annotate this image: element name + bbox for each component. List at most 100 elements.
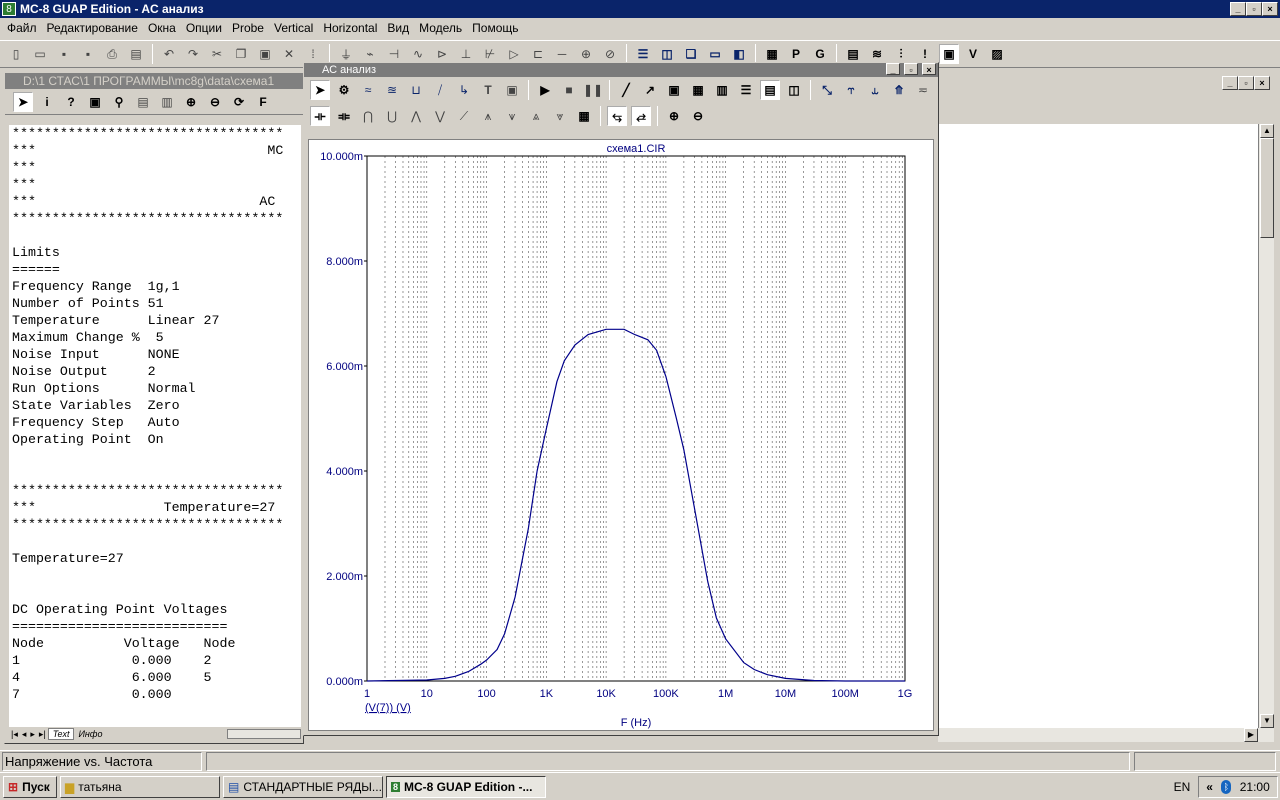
wire-icon[interactable]: ─: [552, 44, 572, 64]
cascade-icon[interactable]: ❏: [681, 44, 701, 64]
taskbar-item-mc8[interactable]: 8 MC-8 GUAP Edition -...: [386, 775, 546, 798]
text-tool-icon[interactable]: T: [478, 80, 498, 100]
line-icon[interactable]: ╱: [616, 80, 636, 100]
rect-icon[interactable]: ▣: [664, 80, 684, 100]
text-hscrollbar[interactable]: [226, 729, 301, 739]
save-all-icon[interactable]: ▪: [78, 44, 98, 64]
major-grid-icon[interactable]: ☰: [736, 80, 756, 100]
ac-window-titlebar[interactable]: АС анализ: [304, 63, 938, 77]
find-icon[interactable]: ⚲: [109, 92, 129, 112]
cursor-high-icon[interactable]: ⤊: [889, 80, 909, 100]
tab-nav-first-icon[interactable]: |◂: [9, 729, 20, 740]
ac-minimize-icon[interactable]: _: [886, 63, 900, 75]
inflection-icon[interactable]: ⟋: [454, 106, 474, 126]
child-minimize-icon[interactable]: _: [1222, 76, 1238, 90]
open-folder-icon[interactable]: ▭: [30, 44, 50, 64]
resistor-icon[interactable]: ⌁: [360, 44, 380, 64]
tab-nav-next-icon[interactable]: ▸: [28, 729, 37, 740]
switch-icon[interactable]: ⊏: [528, 44, 548, 64]
ground-icon[interactable]: ⏚: [336, 44, 356, 64]
trace-tracking-icon[interactable]: ⥃: [607, 106, 627, 126]
window-icon[interactable]: ▭: [705, 44, 725, 64]
cursor-mode-icon[interactable]: ⤡: [817, 80, 837, 100]
plot-area[interactable]: 1 10 100 1K 10K 100K 1M 10M 100M 1G 0.000m 2.000m 4.…: [308, 139, 934, 731]
child-close-icon[interactable]: ×: [1254, 76, 1270, 90]
tag-icon[interactable]: ↳: [454, 80, 474, 100]
component-list-icon[interactable]: ▤: [843, 44, 863, 64]
cut-icon[interactable]: ✂: [207, 44, 227, 64]
data-point-icon[interactable]: ≈: [358, 80, 378, 100]
opamp-icon[interactable]: ▷: [504, 44, 524, 64]
diode-icon[interactable]: ⊳: [432, 44, 452, 64]
select-all-icon[interactable]: ⁞: [303, 44, 323, 64]
peak-icon[interactable]: ≊: [382, 80, 402, 100]
bluetooth-icon[interactable]: ᛒ: [1221, 780, 1232, 794]
menu-probe[interactable]: Probe: [227, 21, 269, 35]
split-window-icon[interactable]: ◧: [729, 44, 749, 64]
goto-icon[interactable]: ▥: [157, 92, 177, 112]
font-icon[interactable]: F: [253, 92, 273, 112]
arrow-line-icon[interactable]: ↗: [640, 80, 660, 100]
tab-text[interactable]: Text: [47, 728, 75, 740]
refresh-icon[interactable]: ⟳: [229, 92, 249, 112]
menu-edit[interactable]: Редактирование: [42, 21, 143, 35]
tile-vertical-icon[interactable]: ◫: [657, 44, 677, 64]
next-interpolated-icon[interactable]: ⟚: [334, 106, 354, 126]
zoom-out-icon[interactable]: ⊖: [688, 106, 708, 126]
cursor-peak-icon[interactable]: ⥾: [841, 80, 861, 100]
top-icon[interactable]: ⩓: [526, 106, 546, 126]
zoom-out-icon[interactable]: ⊖: [205, 92, 225, 112]
waveform-icon[interactable]: ≋: [867, 44, 887, 64]
tab-info[interactable]: Инфо: [74, 729, 106, 739]
close-icon[interactable]: ×: [1262, 2, 1278, 16]
properties-icon[interactable]: ▣: [502, 80, 522, 100]
transistor-icon[interactable]: ⊬: [480, 44, 500, 64]
voltage-display-icon[interactable]: V: [963, 44, 983, 64]
bottom-scrollbar[interactable]: ▶: [938, 728, 1274, 742]
paste-icon[interactable]: ▣: [255, 44, 275, 64]
align-cursors-icon[interactable]: ▦: [574, 106, 594, 126]
taskbar-item-document[interactable]: ▤ СТАНДАРТНЫЕ РЯДЫ...: [223, 775, 383, 798]
text-output-content[interactable]: ********************************** *** MC…: [9, 125, 301, 727]
source-icon[interactable]: ⊕: [576, 44, 596, 64]
grid-icon[interactable]: G: [810, 44, 830, 64]
text-window-titlebar[interactable]: D:\1 СТАС\1 ПРОГРАММЫ\mc8g\data\схема1: [5, 73, 303, 89]
zoom-in-icon[interactable]: ⊕: [664, 106, 684, 126]
high-marker-icon[interactable]: ⋀: [406, 106, 426, 126]
table-icon[interactable]: ▤: [760, 80, 780, 100]
language-indicator[interactable]: EN: [1168, 777, 1196, 797]
print-preview-icon[interactable]: ▤: [126, 44, 146, 64]
taskbar-item-folder[interactable]: ▆ татьяна: [60, 775, 220, 798]
zoom-fit-icon[interactable]: ▨: [987, 44, 1007, 64]
bookmark-icon[interactable]: ▤: [133, 92, 153, 112]
battery-icon[interactable]: ⊥: [456, 44, 476, 64]
undo-icon[interactable]: ↶: [159, 44, 179, 64]
select-arrow-icon[interactable]: ➤: [310, 80, 330, 100]
app-icon[interactable]: 8: [2, 2, 16, 16]
bottom-icon[interactable]: ⩔: [550, 106, 570, 126]
ac-close-icon[interactable]: ×: [922, 63, 936, 75]
inductor-icon[interactable]: ∿: [408, 44, 428, 64]
help-icon[interactable]: ?: [61, 92, 81, 112]
tile-horizontal-icon[interactable]: ☰: [633, 44, 653, 64]
calculator-icon[interactable]: ▦: [762, 44, 782, 64]
menu-options[interactable]: Опции: [181, 21, 227, 35]
global-high-icon[interactable]: ⩚: [478, 106, 498, 126]
trace-tracking-y-icon[interactable]: ⥄: [631, 106, 651, 126]
menu-horizontal[interactable]: Horizontal: [318, 21, 382, 35]
child-restore-icon[interactable]: ▫: [1238, 76, 1254, 90]
start-button[interactable]: ⊞ Пуск: [3, 775, 57, 798]
restore-icon[interactable]: ▫: [1246, 2, 1262, 16]
run-icon[interactable]: ▶: [535, 80, 555, 100]
minor-grid-icon[interactable]: ▥: [712, 80, 732, 100]
trace-label[interactable]: (V(7)) (V): [365, 702, 411, 714]
columns-icon[interactable]: ◫: [784, 80, 804, 100]
valley-icon[interactable]: ⊔: [406, 80, 426, 100]
tab-nav-prev-icon[interactable]: ◂: [20, 729, 29, 740]
peak-marker-icon[interactable]: ⋂: [358, 106, 378, 126]
delete-icon[interactable]: ✕: [279, 44, 299, 64]
print-icon[interactable]: ⎙: [102, 44, 122, 64]
info-icon[interactable]: i: [37, 92, 57, 112]
analysis-icon[interactable]: ▣: [939, 44, 959, 64]
next-simulation-icon[interactable]: ⟛: [310, 106, 330, 126]
